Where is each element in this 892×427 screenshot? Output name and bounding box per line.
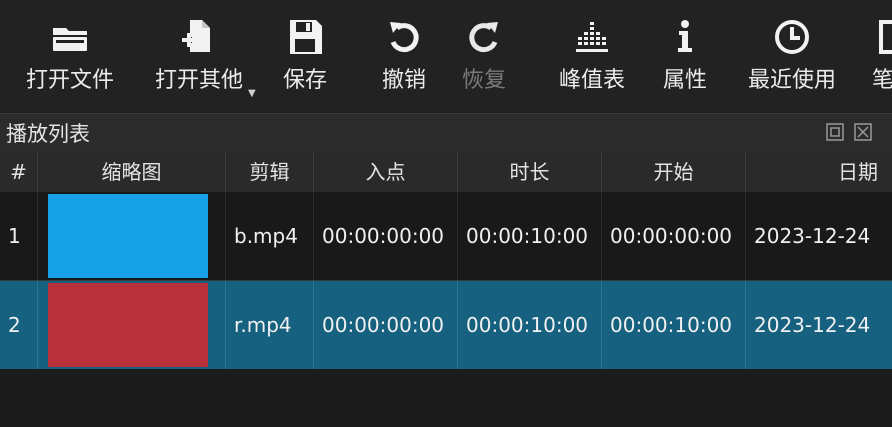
clip-name: b.mp4 — [226, 192, 314, 280]
undo-button[interactable]: 撤销 — [369, 0, 439, 112]
close-panel-icon[interactable] — [854, 123, 872, 141]
thumbnail — [48, 194, 208, 278]
save-button[interactable]: 保存 — [270, 0, 340, 112]
column-header-clip[interactable]: 剪辑 — [226, 152, 314, 192]
open-other-label: 打开其他 — [154, 68, 243, 93]
redo-label: 恢复 — [461, 68, 506, 93]
undo-icon — [381, 14, 427, 60]
playlist-panel-header: 播放列表 — [0, 113, 892, 152]
column-header-date[interactable]: 日期 — [746, 152, 892, 192]
chevron-down-icon[interactable]: ▼ — [248, 88, 256, 99]
column-header-thumbnail[interactable]: 缩略图 — [38, 152, 226, 192]
recent-button[interactable]: 最近使用 — [738, 0, 846, 112]
properties-label: 属性 — [662, 68, 707, 93]
redo-button[interactable]: 恢复 — [449, 0, 519, 112]
in-point: 00:00:00:00 — [314, 192, 458, 280]
playlist-title: 播放列表 — [6, 122, 90, 146]
properties-button[interactable]: 属性 — [652, 0, 718, 112]
column-header-index[interactable]: # — [0, 152, 38, 192]
info-icon — [662, 14, 708, 60]
row-index: 1 — [0, 192, 38, 280]
date: 2023-12-24 — [754, 313, 871, 337]
add-file-icon — [176, 14, 222, 60]
open-file-button[interactable]: 打开文件 — [14, 0, 126, 112]
date: 2023-12-24 — [754, 224, 871, 248]
main-toolbar: 打开文件 打开其他 ▼ 保存 撤销 恢复 峰值表 属性 最近使用 笔 — [0, 0, 892, 112]
start-time: 00:00:00:00 — [602, 192, 746, 280]
playlist-table-header: # 缩略图 剪辑 入点 时长 开始 日期 — [0, 152, 892, 192]
notes-label: 笔 — [872, 68, 892, 93]
folder-icon — [47, 14, 93, 60]
table-row-selected[interactable]: 2 r.mp4 00:00:00:00 00:00:10:00 00:00:10… — [0, 281, 892, 369]
meter-icon — [569, 14, 615, 60]
peak-meter-label: 峰值表 — [558, 68, 625, 93]
notes-icon — [873, 14, 892, 60]
recent-label: 最近使用 — [747, 68, 836, 93]
undo-label: 撤销 — [381, 68, 426, 93]
column-header-start[interactable]: 开始 — [602, 152, 746, 192]
open-file-label: 打开文件 — [25, 68, 114, 93]
playlist-empty-area[interactable] — [0, 369, 892, 427]
in-point: 00:00:00:00 — [314, 281, 458, 369]
save-label: 保存 — [282, 68, 327, 93]
clock-icon — [769, 14, 815, 60]
notes-button[interactable]: 笔 — [866, 0, 892, 112]
table-row[interactable]: 1 b.mp4 00:00:00:00 00:00:10:00 00:00:00… — [0, 192, 892, 280]
save-icon — [282, 14, 328, 60]
open-other-button[interactable]: 打开其他 ▼ — [146, 0, 256, 112]
column-header-in-point[interactable]: 入点 — [314, 152, 458, 192]
start-time: 00:00:10:00 — [602, 281, 746, 369]
column-header-duration[interactable]: 时长 — [458, 152, 602, 192]
thumbnail — [48, 283, 208, 367]
duration: 00:00:10:00 — [458, 281, 602, 369]
redo-icon — [461, 14, 507, 60]
clip-name: r.mp4 — [226, 281, 314, 369]
peak-meter-button[interactable]: 峰值表 — [552, 0, 632, 112]
row-index: 2 — [0, 281, 38, 369]
duration: 00:00:10:00 — [458, 192, 602, 280]
float-panel-icon[interactable] — [826, 123, 844, 141]
